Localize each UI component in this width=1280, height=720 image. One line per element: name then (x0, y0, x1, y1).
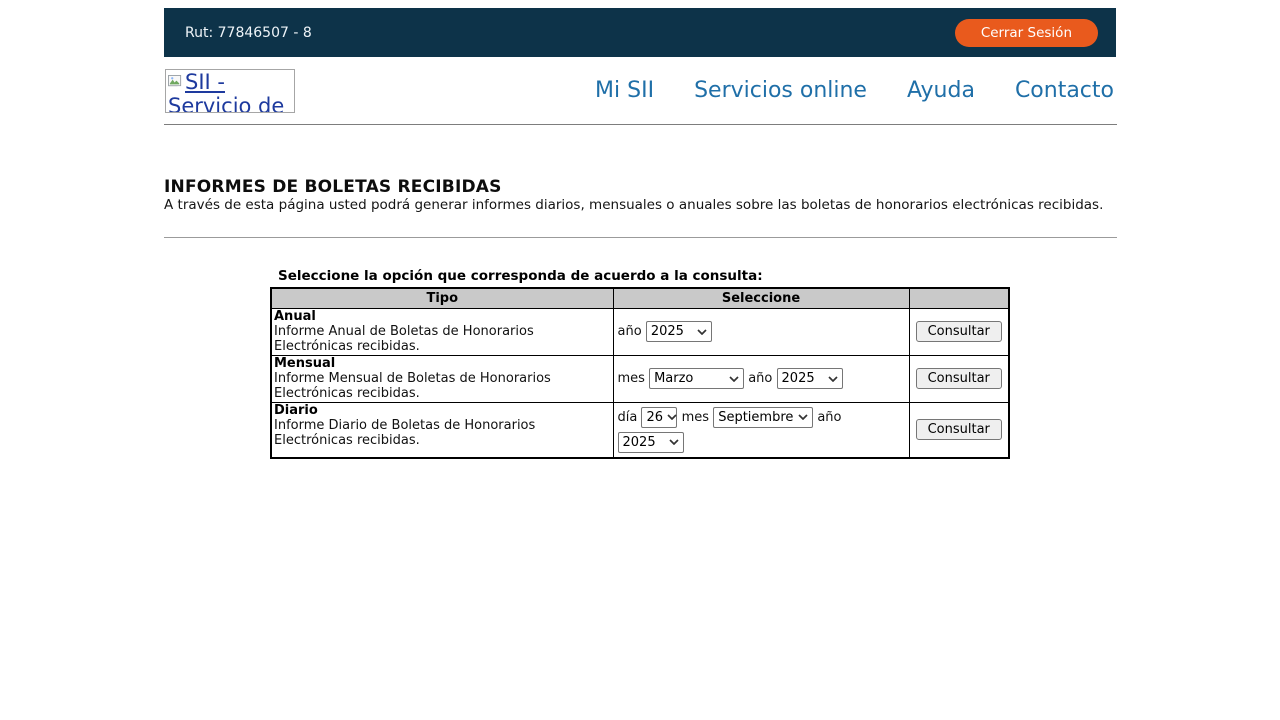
mensual-button-cell: Consultar (909, 355, 1009, 402)
diario-year-label: año (817, 410, 841, 425)
diario-consultar-button[interactable]: Consultar (916, 419, 1002, 440)
mensual-year-label: año (748, 371, 772, 386)
chevron-down-icon (828, 376, 838, 382)
diario-year-value: 2025 (623, 435, 656, 450)
session-bar: Rut: 77846507 - 8 Cerrar Sesión (164, 8, 1116, 57)
nav-contacto[interactable]: Contacto (1015, 78, 1114, 103)
nav-servicios-online[interactable]: Servicios online (694, 78, 867, 103)
diario-month-label: mes (682, 410, 709, 425)
page-title: INFORMES DE BOLETAS RECIBIDAS (164, 177, 502, 197)
diario-day-value: 26 (646, 410, 663, 425)
header-divider (164, 124, 1117, 125)
mensual-month-select[interactable]: Marzo (649, 368, 744, 389)
sii-logo-link[interactable]: SII - Servicio de (165, 69, 295, 113)
mensual-description: Informe Mensual de Boletas de Honorarios… (274, 371, 611, 401)
chevron-down-icon (729, 376, 739, 382)
table-row-mensual: Mensual Informe Mensual de Boletas de Ho… (271, 355, 1009, 402)
anual-year-value: 2025 (651, 324, 684, 339)
column-header-accion (909, 288, 1009, 308)
diario-title: Diario (274, 403, 611, 418)
anual-year-select[interactable]: 2025 (646, 321, 712, 342)
mensual-consultar-button[interactable]: Consultar (916, 368, 1002, 389)
chevron-down-icon (697, 329, 707, 335)
anual-consultar-button[interactable]: Consultar (916, 321, 1002, 342)
mensual-year-select[interactable]: 2025 (777, 368, 843, 389)
diario-select-cell: día 26 mes Septiembre año 2025 (613, 402, 909, 458)
table-row-diario: Diario Informe Diario de Boletas de Hono… (271, 402, 1009, 458)
mensual-tipo-cell: Mensual Informe Mensual de Boletas de Ho… (271, 355, 613, 402)
broken-image-icon (168, 70, 183, 94)
diario-month-select[interactable]: Septiembre (713, 407, 813, 428)
table-caption: Seleccione la opción que corresponda de … (278, 268, 763, 284)
mensual-select-cell: mes Marzo año 2025 (613, 355, 909, 402)
main-nav: Mi SII Servicios online Ayuda Contacto (595, 78, 1114, 103)
mensual-month-value: Marzo (654, 371, 693, 386)
diario-button-cell: Consultar (909, 402, 1009, 458)
diario-day-select[interactable]: 26 (641, 407, 677, 428)
chevron-down-icon (667, 414, 677, 420)
chevron-down-icon (669, 439, 679, 445)
page: Rut: 77846507 - 8 Cerrar Sesión SII - Se… (0, 0, 1280, 720)
column-header-tipo: Tipo (271, 288, 613, 308)
diario-year-select[interactable]: 2025 (618, 432, 684, 453)
table-header-row: Tipo Seleccione (271, 288, 1009, 308)
anual-button-cell: Consultar (909, 308, 1009, 355)
diario-tipo-cell: Diario Informe Diario de Boletas de Hono… (271, 402, 613, 458)
anual-select-cell: año 2025 (613, 308, 909, 355)
cerrar-sesion-button[interactable]: Cerrar Sesión (955, 19, 1098, 47)
mensual-month-label: mes (618, 371, 645, 386)
column-header-seleccione: Seleccione (613, 288, 909, 308)
nav-ayuda[interactable]: Ayuda (907, 78, 975, 103)
rut-label: Rut: 77846507 - 8 (185, 25, 312, 41)
nav-mi-sii[interactable]: Mi SII (595, 78, 654, 103)
chevron-down-icon (798, 414, 808, 420)
anual-title: Anual (274, 309, 611, 324)
anual-description: Informe Anual de Boletas de Honorarios E… (274, 324, 611, 354)
page-description: A través de esta página usted podrá gene… (164, 197, 1103, 213)
table-row-anual: Anual Informe Anual de Boletas de Honora… (271, 308, 1009, 355)
diario-description: Informe Diario de Boletas de Honorarios … (274, 418, 611, 448)
logo-alt-text: SII - Servicio de (168, 70, 284, 113)
diario-day-label: día (618, 410, 638, 425)
consulta-table: Tipo Seleccione Anual Informe Anual de B… (270, 287, 1010, 459)
anual-tipo-cell: Anual Informe Anual de Boletas de Honora… (271, 308, 613, 355)
diario-month-value: Septiembre (718, 410, 793, 425)
mensual-title: Mensual (274, 356, 611, 371)
anual-year-label: año (618, 324, 642, 339)
intro-divider (164, 237, 1117, 238)
mensual-year-value: 2025 (782, 371, 815, 386)
